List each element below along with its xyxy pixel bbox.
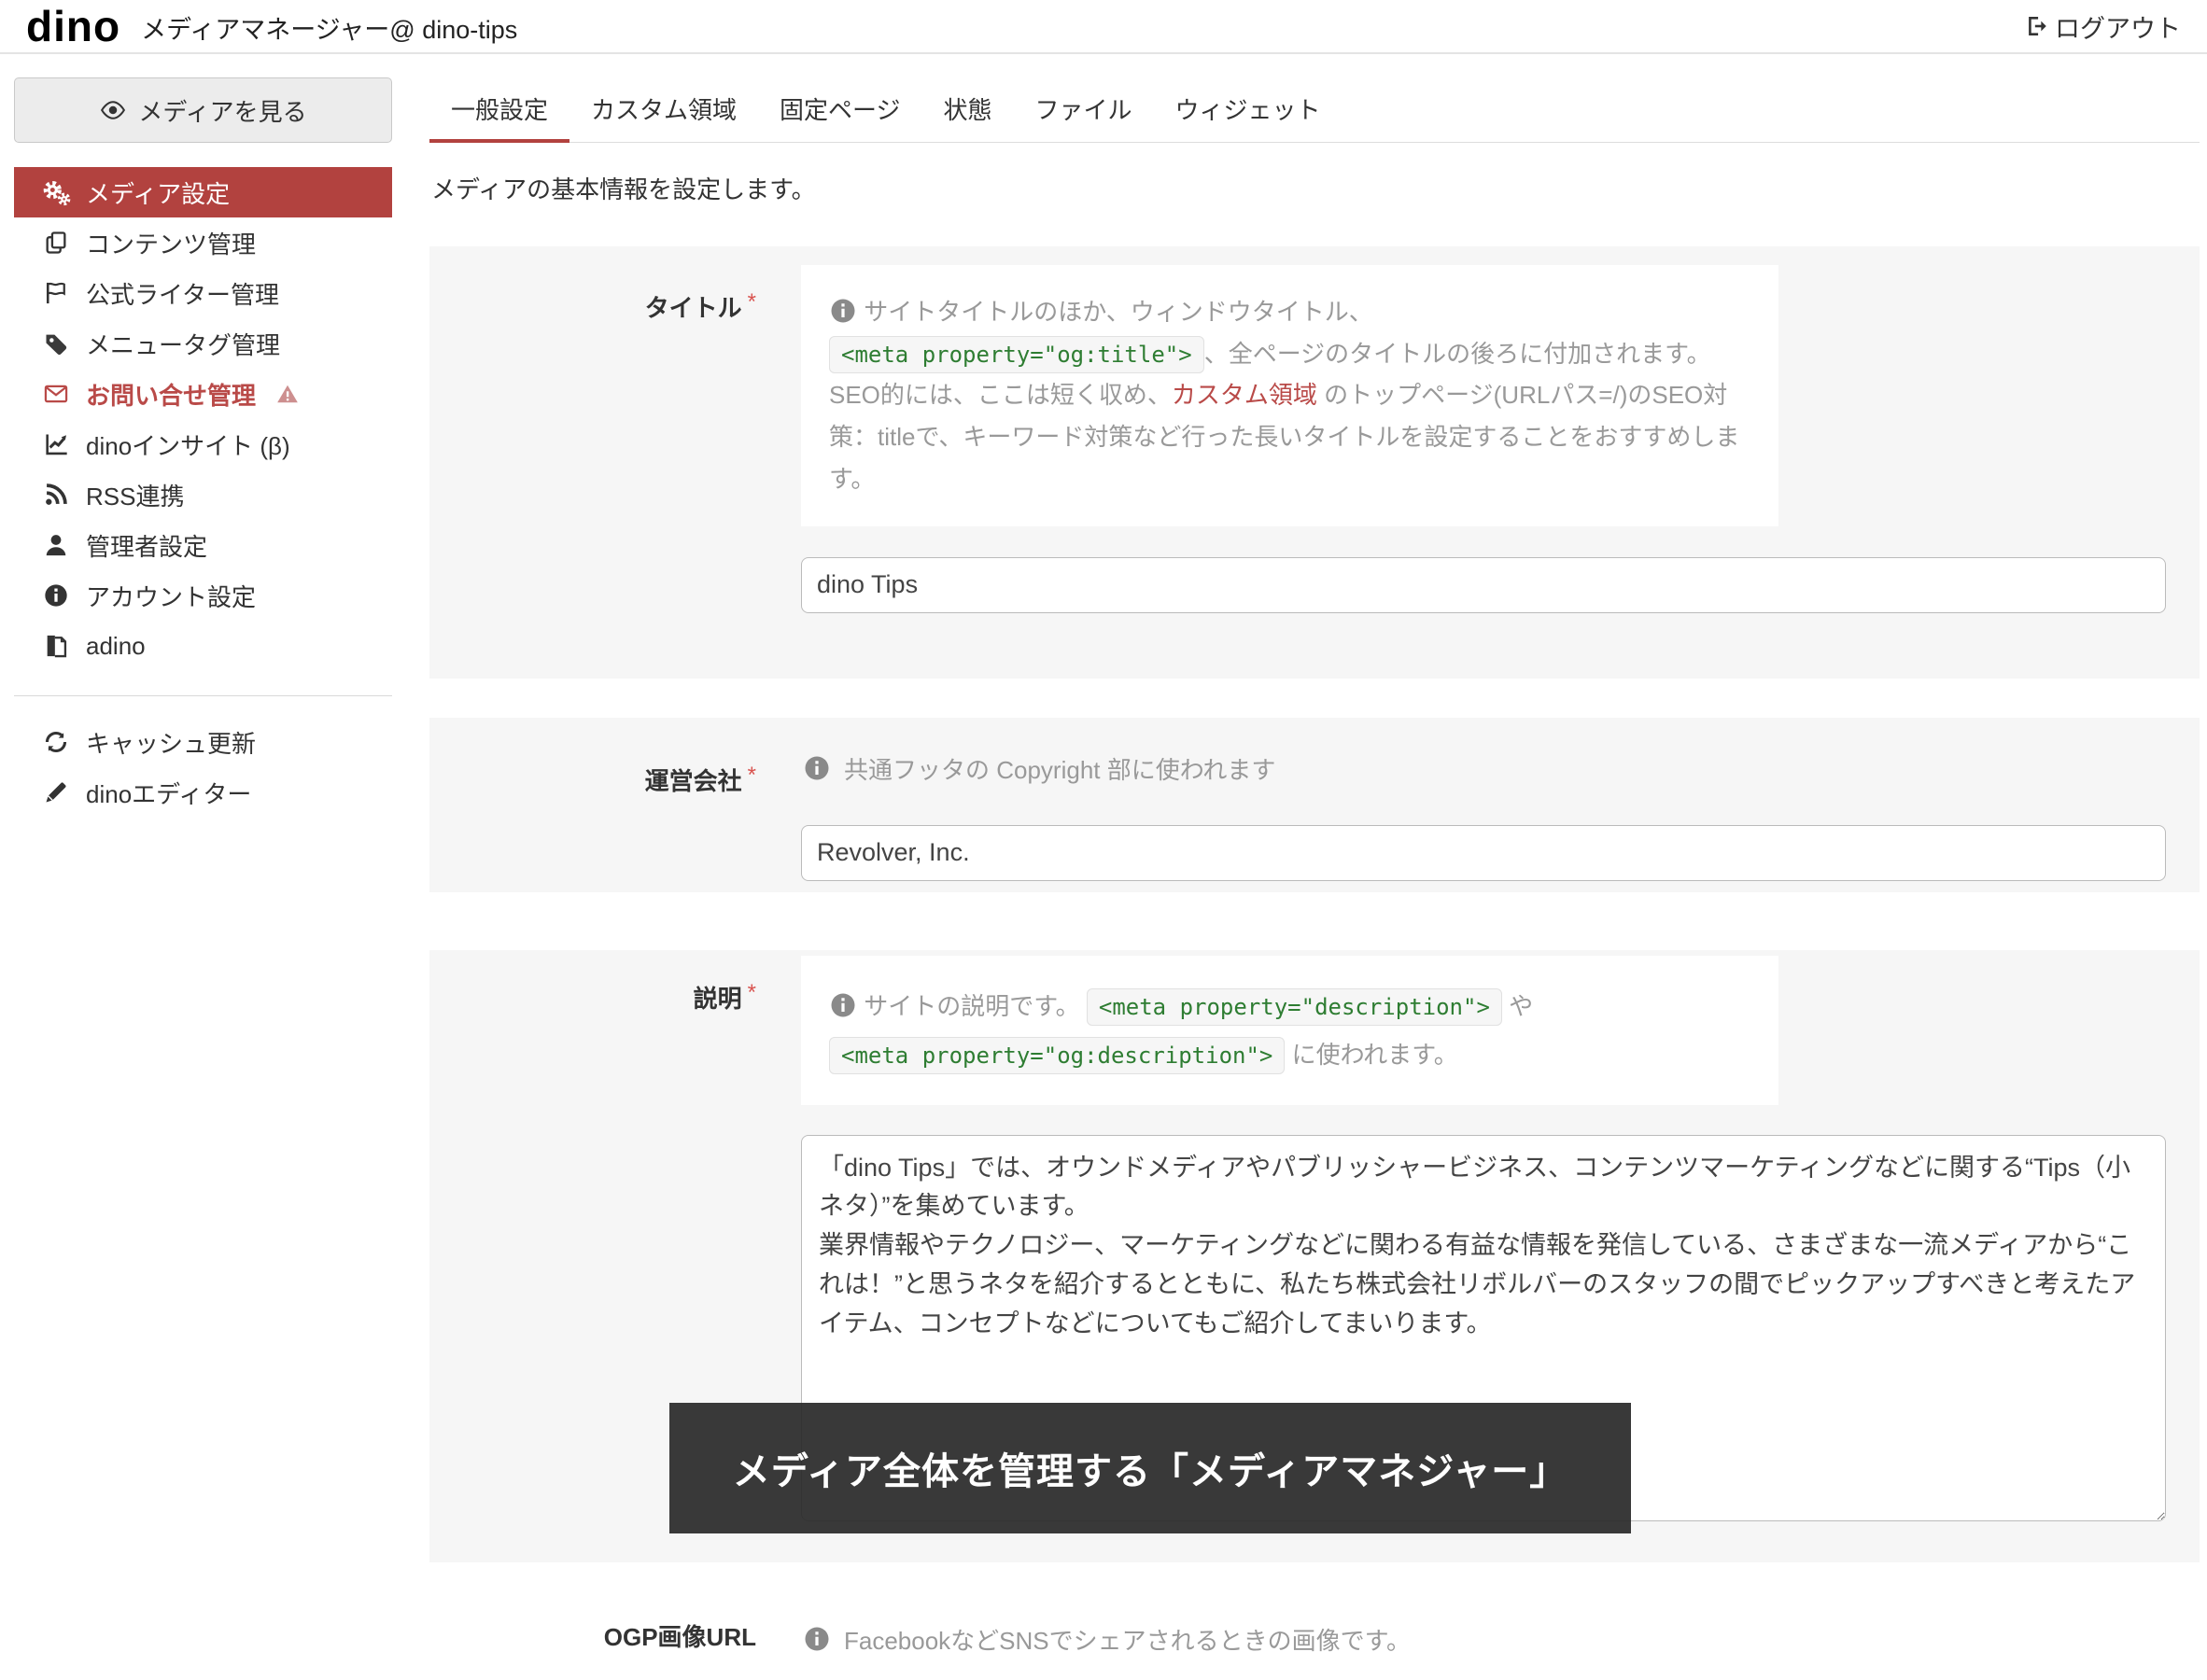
sidebar-item-inquiries[interactable]: お問い合せ管理 (14, 369, 392, 419)
info-circle-icon (40, 581, 72, 609)
title-help-text: 、全ページのタイトルの後ろに付加されます。 (1204, 340, 1711, 368)
pencil-icon (40, 778, 72, 806)
sidebar-item-label: アカウント設定 (86, 579, 256, 613)
sidebar-item-label: コンテンツ管理 (86, 226, 256, 260)
meta-og-description-code: <meta property="og:description"> (829, 1037, 1285, 1074)
company-input[interactable] (801, 825, 2166, 881)
ogp-label-col: OGP画像URL (429, 1605, 756, 1659)
caption-banner: メディア全体を管理する「メディアマネジャー」 (669, 1403, 1631, 1533)
flag-icon (40, 279, 72, 307)
copy-icon (40, 229, 72, 257)
sidebar-item-label: 管理者設定 (86, 528, 207, 563)
description-help-box: サイトの説明です。 <meta property="description"> … (801, 956, 1778, 1105)
title-label: タイトル (645, 294, 742, 322)
rss-icon (40, 481, 72, 509)
meta-og-title-code: <meta property="og:title"> (829, 336, 1204, 373)
sidebar-item-label: 公式ライター管理 (86, 276, 279, 311)
sidebar-item-cache-refresh[interactable]: キャッシュ更新 (14, 717, 392, 767)
tab-fixed-pages[interactable]: 固定ページ (758, 82, 921, 143)
sidebar-item-label: メニュータグ管理 (86, 327, 280, 361)
tab-widgets[interactable]: ウィジェット (1154, 82, 1342, 143)
sidebar-item-account-settings[interactable]: アカウント設定 (14, 570, 392, 621)
warning-icon (275, 382, 300, 406)
sidebar-item-label: キャッシュ更新 (86, 725, 256, 760)
info-icon (829, 991, 857, 1019)
company-label-col: 運営会社* (429, 738, 756, 881)
tag-icon (40, 329, 72, 357)
description-help-text: サイトの説明です。 (864, 992, 1079, 1020)
chart-line-icon (40, 430, 72, 458)
view-media-button[interactable]: メディアを見る (14, 77, 392, 143)
sidebar-item-official-writers[interactable]: 公式ライター管理 (14, 268, 392, 318)
description-help-text: や (1502, 992, 1533, 1020)
app-title: メディアマネージャー@ dino-tips (141, 9, 517, 46)
sidebar-item-menu-tags[interactable]: メニュータグ管理 (14, 318, 392, 369)
page-intro: メディアの基本情報を設定します。 (431, 171, 2200, 205)
title-input[interactable] (801, 557, 2166, 613)
title-help-text: サイトタイトルのほか、ウィンドウタイトル、 (864, 298, 1372, 326)
required-asterisk: * (748, 289, 756, 315)
view-media-label: メディアを見る (138, 93, 306, 128)
user-icon (40, 531, 72, 559)
tab-custom-area[interactable]: カスタム領域 (569, 82, 758, 143)
title-label-col: タイトル* (429, 265, 756, 613)
ogp-label: OGP画像URL (604, 1623, 756, 1651)
sidebar: メディアを見る メディア設定 コンテンツ管理 公式ライター管理 メニュータグ管理 (14, 54, 392, 818)
sidebar-footer-menu: キャッシュ更新 dinoエディター (14, 717, 392, 818)
file-icon (40, 632, 72, 660)
sign-out-icon (2025, 14, 2049, 38)
sidebar-item-content-management[interactable]: コンテンツ管理 (14, 217, 392, 268)
sync-icon (40, 728, 72, 756)
gears-icon (40, 178, 72, 206)
sidebar-item-label: メディア設定 (86, 175, 230, 210)
sidebar-item-admin-settings[interactable]: 管理者設定 (14, 520, 392, 570)
top-bar: dino メディアマネージャー@ dino-tips ログアウト (0, 0, 2207, 54)
ogp-help-text: FacebookなどSNSでシェアされるときの画像です。 (844, 1622, 1411, 1657)
caption-banner-text: メディア全体を管理する「メディアマネジャー」 (733, 1441, 1567, 1495)
section-title: タイトル* サイトタイトルのほか、ウィンドウタイトル、 <meta proper… (429, 246, 2200, 679)
company-help-text: 共通フッタの Copyright 部に使われます (844, 751, 1275, 786)
tab-files[interactable]: ファイル (1014, 82, 1154, 143)
sidebar-item-dino-insight[interactable]: dinoインサイト (β) (14, 419, 392, 469)
sidebar-item-media-settings[interactable]: メディア設定 (14, 167, 392, 217)
company-help-line: 共通フッタの Copyright 部に使われます (801, 738, 2170, 788)
info-icon (803, 1625, 831, 1653)
info-icon (803, 754, 831, 782)
required-asterisk: * (748, 980, 756, 1005)
envelope-icon (40, 380, 72, 408)
required-asterisk: * (748, 763, 756, 788)
description-help-text: に使われます。 (1285, 1041, 1457, 1069)
title-help-box: サイトタイトルのほか、ウィンドウタイトル、 <meta property="og… (801, 265, 1778, 526)
sidebar-item-rss[interactable]: RSS連携 (14, 469, 392, 520)
eye-icon (99, 101, 127, 119)
sidebar-item-label: RSS連携 (86, 478, 184, 512)
sidebar-item-adino[interactable]: adino (14, 621, 392, 671)
section-ogp: OGP画像URL FacebookなどSNSでシェアされるときの画像です。 (429, 1605, 2200, 1659)
tab-bar: 一般設定 カスタム領域 固定ページ 状態 ファイル ウィジェット (429, 54, 2200, 143)
description-label: 説明 (694, 985, 742, 1013)
sidebar-item-dino-editor[interactable]: dinoエディター (14, 767, 392, 818)
title-help-text: SEO的には、ここは短く収め、 (829, 381, 1172, 409)
meta-description-code: <meta property="description"> (1087, 988, 1502, 1026)
company-label: 運営会社 (645, 767, 742, 795)
logout-button[interactable]: ログアウト (2025, 8, 2181, 45)
sidebar-item-label: お問い合せ管理 (86, 377, 256, 412)
tab-status[interactable]: 状態 (922, 82, 1014, 143)
dino-logo: dino (26, 5, 120, 48)
tab-general-settings[interactable]: 一般設定 (429, 82, 569, 143)
sidebar-item-label: dinoインサイト (β) (86, 427, 290, 462)
info-icon (829, 297, 857, 325)
sidebar-item-label: adino (86, 632, 146, 661)
custom-area-link[interactable]: カスタム領域 (1172, 381, 1317, 409)
logout-label: ログアウト (2055, 8, 2181, 45)
sidebar-item-label: dinoエディター (86, 776, 251, 810)
ogp-help-line: FacebookなどSNSでシェアされるときの画像です。 (801, 1605, 2170, 1659)
sidebar-divider (14, 695, 392, 696)
sidebar-menu: メディア設定 コンテンツ管理 公式ライター管理 メニュータグ管理 お問い合せ管理 (14, 167, 392, 671)
section-company: 運営会社* 共通フッタの Copyright 部に使われます (429, 718, 2200, 892)
